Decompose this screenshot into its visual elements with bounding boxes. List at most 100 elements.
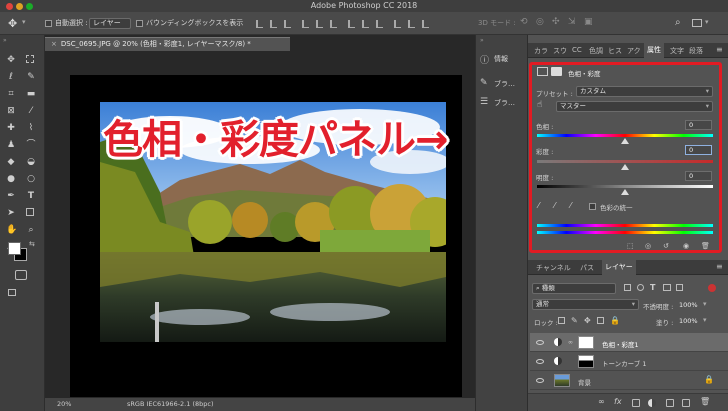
crop-tool-icon[interactable]: ⌗ <box>6 89 16 99</box>
ruler-tool-icon[interactable]: ▬ <box>26 89 36 99</box>
tab-paragraph[interactable]: 段落 <box>689 46 703 56</box>
layer-mask-thumbnail[interactable] <box>578 355 594 368</box>
close-window-button[interactable] <box>6 3 13 10</box>
scale-3d-icon[interactable]: ▣ <box>584 17 593 27</box>
distribute-left-icon[interactable] <box>394 20 401 28</box>
distribute-middle-icon[interactable] <box>362 20 369 28</box>
lock-artboard-icon[interactable] <box>597 317 604 324</box>
slide-3d-icon[interactable]: ⇲ <box>568 17 576 27</box>
distribute-center-icon[interactable] <box>408 20 415 28</box>
layer-row[interactable]: 背景 🔒 <box>530 371 728 390</box>
paint-bucket-tool-icon[interactable]: ◒ <box>26 157 36 167</box>
tab-color[interactable]: カラ <box>534 46 548 56</box>
tab-properties[interactable]: 属性 <box>644 43 664 58</box>
layer-filter-dropdown[interactable]: ⌕ 種類 <box>532 283 616 294</box>
lock-pixels-icon[interactable]: ✎ <box>571 316 578 325</box>
distribute-bottom-icon[interactable] <box>376 20 383 28</box>
dodge-tool-icon[interactable]: ○ <box>26 174 36 184</box>
info-panel-label[interactable]: 情報 <box>494 54 508 64</box>
opacity-chevron-icon[interactable]: ▾ <box>703 300 707 308</box>
align-left-icon[interactable] <box>256 20 263 28</box>
filter-pixel-icon[interactable] <box>624 284 631 291</box>
layer-row[interactable]: ∞ 色相・彩度1 <box>530 333 728 352</box>
fill-chevron-icon[interactable]: ▾ <box>703 316 707 324</box>
layers-menu-icon[interactable]: ≡ <box>716 262 723 271</box>
link-icon[interactable]: ∞ <box>568 339 573 346</box>
distribute-top-icon[interactable] <box>348 20 355 28</box>
layer-name[interactable]: トーンカーブ 1 <box>602 358 647 368</box>
align-center-icon[interactable] <box>270 20 277 28</box>
quick-mask-icon[interactable] <box>15 270 27 280</box>
minimize-window-button[interactable] <box>16 3 23 10</box>
lock-transparent-icon[interactable] <box>558 317 565 324</box>
brush-icon[interactable]: ✎ <box>480 78 488 88</box>
brush-tool-icon[interactable]: ⌇ <box>26 123 36 133</box>
new-layer-icon[interactable] <box>682 399 690 407</box>
fill-value[interactable]: 100% <box>679 317 698 325</box>
tab-actions[interactable]: アク <box>627 46 641 56</box>
panel-menu-icon[interactable]: ≡ <box>716 45 723 54</box>
tab-adjustments[interactable]: 色調 <box>589 46 603 56</box>
layer-name[interactable]: 色相・彩度1 <box>602 339 639 349</box>
bounding-box-checkbox[interactable] <box>136 20 143 27</box>
add-mask-icon[interactable] <box>632 399 640 407</box>
zoom-level[interactable]: 20% <box>57 398 71 411</box>
brush-panel-label[interactable]: ブラ… <box>494 79 515 89</box>
chevron-down-icon[interactable]: ▾ <box>22 18 26 26</box>
move-tool-icon[interactable]: ✥ <box>6 55 16 65</box>
tab-layers[interactable]: レイヤー <box>602 260 636 275</box>
rectangle-tool-icon[interactable] <box>26 208 34 216</box>
lasso-tool-icon[interactable]: ℓ <box>6 72 16 82</box>
align-middle-icon[interactable] <box>316 20 323 28</box>
info-icon[interactable]: ⓘ <box>480 53 489 66</box>
filter-toggle-icon[interactable] <box>708 284 716 292</box>
healing-brush-tool-icon[interactable]: ✚ <box>6 123 16 133</box>
workspace-chevron-icon[interactable]: ▾ <box>705 18 709 26</box>
tab-swatches[interactable]: スウ <box>553 46 567 56</box>
tab-channels[interactable]: チャンネル <box>536 263 571 273</box>
foreground-color-swatch[interactable] <box>8 242 21 255</box>
brush-settings-panel-label[interactable]: ブラ… <box>494 98 515 108</box>
distribute-right-icon[interactable] <box>422 20 429 28</box>
link-layers-icon[interactable]: ∞ <box>598 397 605 406</box>
layer-visibility-eye-icon[interactable] <box>536 378 544 383</box>
filter-type-icon[interactable]: T <box>650 283 655 292</box>
layer-row[interactable]: トーンカーブ 1 <box>530 352 728 371</box>
auto-select-dropdown[interactable]: レイヤー <box>89 18 131 29</box>
eraser-tool-icon[interactable]: ◆ <box>6 157 16 167</box>
clone-stamp-tool-icon[interactable]: ♟ <box>6 140 16 150</box>
filter-adjustment-icon[interactable] <box>637 284 644 291</box>
align-top-icon[interactable] <box>302 20 309 28</box>
quick-select-tool-icon[interactable]: ✎ <box>26 72 36 82</box>
roll-3d-icon[interactable]: ◎ <box>536 17 544 27</box>
layer-mask-thumbnail[interactable] <box>578 336 594 349</box>
lock-all-icon[interactable]: 🔒 <box>610 316 620 325</box>
blend-mode-dropdown[interactable]: 通常 ▾ <box>532 299 639 310</box>
type-tool-icon[interactable]: T <box>26 191 36 201</box>
history-brush-tool-icon[interactable]: ⌒ <box>26 140 36 150</box>
layer-name[interactable]: 背景 <box>578 377 591 387</box>
rotate-3d-icon[interactable]: ⟲ <box>520 17 528 27</box>
lock-position-icon[interactable]: ✥ <box>584 316 591 325</box>
maximize-window-button[interactable] <box>26 3 33 10</box>
blur-tool-icon[interactable]: ● <box>6 174 16 184</box>
status-chevron-icon[interactable]: › <box>195 398 198 411</box>
align-bottom-icon[interactable] <box>330 20 337 28</box>
marquee-tool-icon[interactable] <box>26 55 34 63</box>
new-group-icon[interactable] <box>666 399 674 407</box>
frame-tool-icon[interactable]: ⊠ <box>6 106 16 116</box>
document-tab-close-icon[interactable]: × <box>51 40 57 48</box>
filter-shape-icon[interactable] <box>663 284 671 291</box>
align-right-icon[interactable] <box>284 20 291 28</box>
layer-image-thumbnail[interactable] <box>554 374 570 387</box>
layer-visibility-eye-icon[interactable] <box>536 340 544 345</box>
auto-select-checkbox[interactable] <box>45 20 52 27</box>
collapse-toolbar-icon[interactable]: » <box>3 37 7 44</box>
pen-tool-icon[interactable]: ✒ <box>6 191 16 201</box>
tab-histogram[interactable]: ヒス <box>608 46 622 56</box>
layer-style-icon[interactable]: fx <box>614 397 622 406</box>
opacity-value[interactable]: 100% <box>679 301 698 309</box>
zoom-tool-icon[interactable]: ⌕ <box>26 225 36 235</box>
move-tool-icon[interactable]: ✥ <box>8 17 17 30</box>
collapse-panels-icon[interactable]: » <box>480 37 484 44</box>
